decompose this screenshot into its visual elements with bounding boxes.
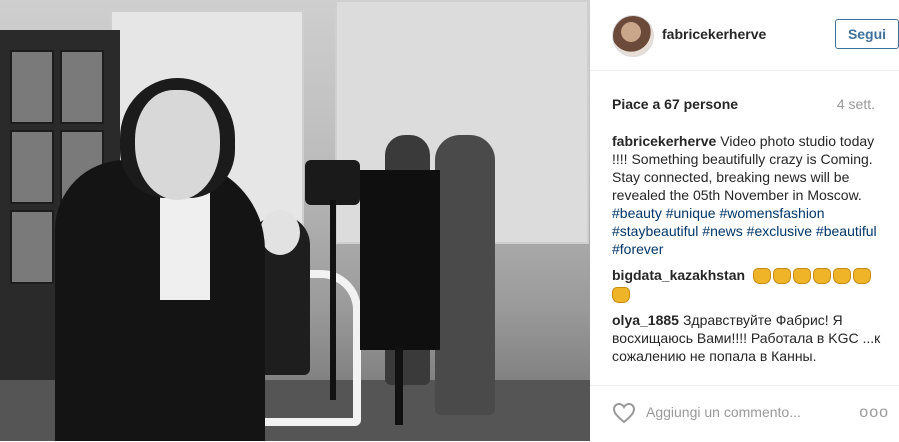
username-link[interactable]: fabricekerherve xyxy=(662,26,766,42)
clapping-hands-emoji xyxy=(752,268,771,285)
post-photo[interactable] xyxy=(0,0,590,441)
hashtag[interactable]: #beauty xyxy=(612,205,662,221)
hashtag[interactable]: #forever xyxy=(612,241,663,257)
hashtag[interactable]: #beautiful xyxy=(816,223,877,239)
light-softbox xyxy=(360,170,440,350)
hashtag[interactable]: #womensfashion xyxy=(719,205,824,221)
post-time[interactable]: 4 sett. xyxy=(837,96,875,112)
camera-stand xyxy=(330,200,336,400)
comment-item: olya_1885 Здравствуйте Фабрис! Я восхищаю… xyxy=(612,311,892,365)
likes-count[interactable]: Piace a 67 persone xyxy=(612,96,738,112)
clapping-hands-emoji xyxy=(612,286,630,303)
crew-member xyxy=(435,135,495,415)
comment-user[interactable]: bigdata_kazakhstan xyxy=(612,267,745,283)
comment-input[interactable]: Aggiungi un commento... xyxy=(646,404,801,420)
heart-icon[interactable] xyxy=(612,402,636,424)
comment-user[interactable]: olya_1885 xyxy=(612,312,679,328)
hashtag[interactable]: #news xyxy=(702,223,742,239)
comment-user[interactable]: fabricekerherve xyxy=(612,133,716,149)
post-footer: Aggiungi un commento... ooo xyxy=(590,385,899,442)
clapping-hands-emoji xyxy=(852,268,871,285)
camera xyxy=(305,160,360,205)
comments-list: fabricekerherve Video photo studio today … xyxy=(612,132,892,377)
clapping-hands-emoji xyxy=(772,268,791,285)
woman-head xyxy=(260,210,300,255)
more-options-icon[interactable]: ooo xyxy=(859,404,889,422)
hashtag[interactable]: #staybeautiful xyxy=(612,223,698,239)
light-stand xyxy=(395,345,403,425)
clapping-hands-emoji xyxy=(812,268,831,285)
hashtag[interactable]: #unique xyxy=(666,205,716,221)
hashtag[interactable]: #exclusive xyxy=(747,223,812,239)
clapping-hands-emoji xyxy=(792,268,811,285)
clapping-hands-emoji xyxy=(832,268,851,285)
man-face xyxy=(135,90,220,200)
avatar[interactable] xyxy=(612,15,654,57)
comment-item: fabricekerherve Video photo studio today … xyxy=(612,132,892,258)
man-shirt xyxy=(160,190,210,300)
follow-button[interactable]: Segui xyxy=(835,19,899,49)
comment-item: bigdata_kazakhstan xyxy=(612,266,892,303)
post-sidebar: fabricekerherve Segui Piace a 67 persone… xyxy=(590,0,899,441)
post-header: fabricekerherve Segui xyxy=(590,0,899,71)
